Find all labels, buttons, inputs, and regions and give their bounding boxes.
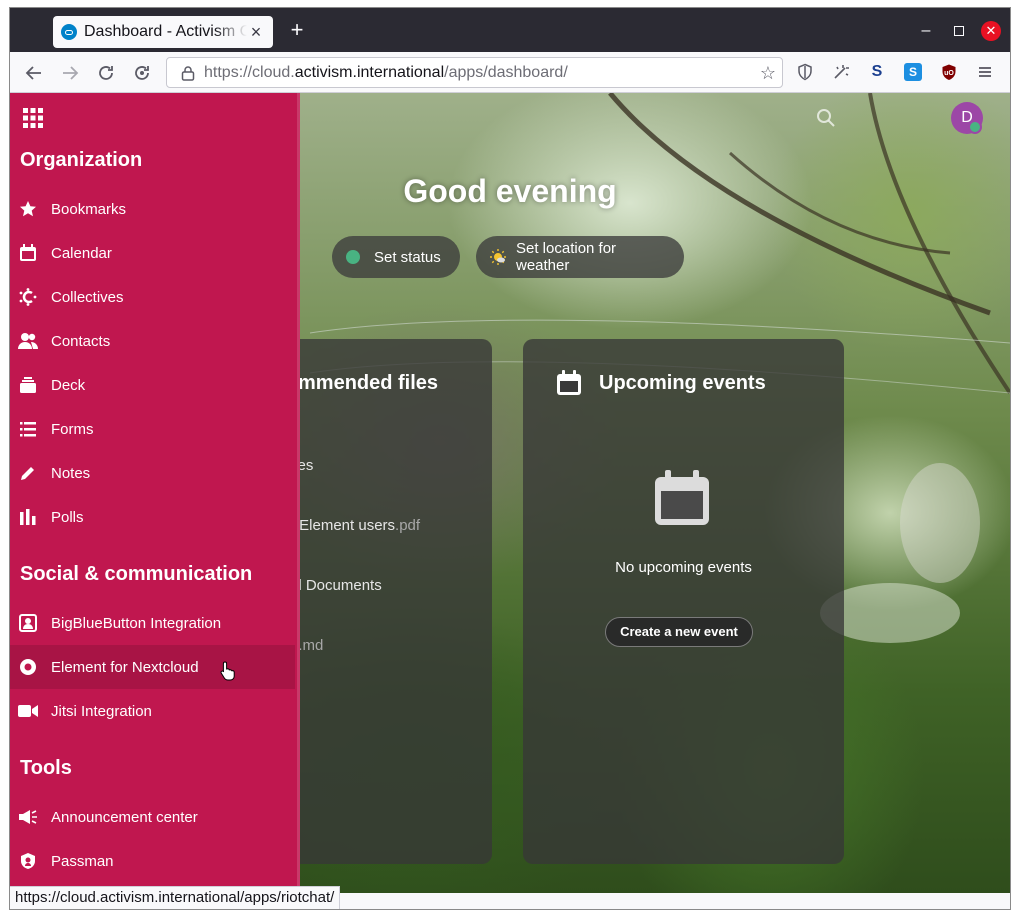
lock-icon[interactable] xyxy=(175,65,201,81)
file-ext: .pdf xyxy=(395,517,421,534)
set-weather-label: Set location for weather xyxy=(516,240,617,274)
calendar-icon xyxy=(555,369,583,397)
tab-title: Dashboard - Activism Cloud xyxy=(84,23,247,40)
menu-item-label: Calendar xyxy=(51,244,112,262)
maximize-button[interactable] xyxy=(948,20,970,42)
star-icon xyxy=(18,199,38,219)
polls-icon xyxy=(18,507,38,527)
passman-icon xyxy=(18,851,38,871)
menu-item-bookmarks[interactable]: Bookmarks xyxy=(10,187,295,231)
new-tab-button[interactable]: + xyxy=(286,19,308,42)
browser-tab-dashboard[interactable]: Dashboard - Activism Cloud × xyxy=(53,16,273,48)
menu-item-polls[interactable]: Polls xyxy=(10,495,295,539)
events-panel-title: Upcoming events xyxy=(599,372,766,394)
create-event-button[interactable]: Create a new event xyxy=(605,617,753,647)
svg-text:uO: uO xyxy=(944,70,954,77)
file-name: r Element users xyxy=(290,517,396,534)
megaphone-icon xyxy=(18,807,38,827)
file-ext: .md xyxy=(298,637,324,654)
extension-sparkle-icon[interactable] xyxy=(832,63,850,81)
pencil-icon xyxy=(18,463,38,483)
menu-item-label: Polls xyxy=(51,508,84,526)
s-extension-icon[interactable]: S xyxy=(868,63,886,81)
menu-item-label: Notes xyxy=(51,464,91,482)
ublock-icon[interactable]: uO xyxy=(940,63,958,81)
menu-item-bigbluebutton[interactable]: BigBlueButton Integration xyxy=(10,601,295,645)
deck-icon xyxy=(18,375,38,395)
menu-item-label: Passman xyxy=(51,852,114,870)
skype-extension-icon[interactable]: S xyxy=(904,63,922,81)
menu-item-notes[interactable]: Notes xyxy=(10,451,295,495)
contacts-icon xyxy=(18,331,38,351)
menu-item-element[interactable]: Element for Nextcloud xyxy=(10,645,295,689)
hamburger-menu-icon[interactable] xyxy=(976,63,994,81)
reload-icon[interactable] xyxy=(94,61,118,85)
section-title-organization: Organization xyxy=(20,149,143,171)
close-window-button[interactable]: ✕ xyxy=(981,21,1001,41)
forms-icon xyxy=(18,419,38,439)
online-status-dot xyxy=(968,120,982,134)
menu-item-label: Forms xyxy=(51,420,94,438)
file-name: al Documents xyxy=(290,577,382,594)
section-title-tools: Tools xyxy=(20,757,72,779)
menu-item-jitsi[interactable]: Jitsi Integration xyxy=(10,689,295,733)
menu-item-deck[interactable]: Deck xyxy=(10,363,295,407)
app-menu-panel: Organization Bookmarks Calendar Collecti… xyxy=(10,93,300,893)
menu-item-label: BigBlueButton Integration xyxy=(51,614,222,632)
app-menu-scrollbar[interactable] xyxy=(297,93,300,893)
tracking-shield-icon[interactable] xyxy=(796,63,814,81)
url-text: https://cloud.activism.international/app… xyxy=(204,64,568,82)
url-domain: activism.international xyxy=(294,63,445,81)
set-status-label: Set status xyxy=(374,248,441,266)
minimize-button[interactable]: – xyxy=(915,20,937,42)
collectives-icon xyxy=(18,287,38,307)
forward-arrow-icon[interactable] xyxy=(58,61,82,85)
calendar-icon xyxy=(18,243,38,263)
browser-window: Dashboard - Activism Cloud × + – ✕ https… xyxy=(9,7,1011,910)
file-row[interactable]: al Documents xyxy=(290,577,382,594)
files-panel-title: mmended files xyxy=(298,372,439,394)
menu-item-collectives[interactable]: Collectives xyxy=(10,275,295,319)
url-path: /apps/dashboard/ xyxy=(444,63,568,81)
tab-close-icon[interactable]: × xyxy=(247,23,265,41)
tab-strip: Dashboard - Activism Cloud × + – ✕ xyxy=(10,8,1010,52)
menu-item-label: Announcement center xyxy=(51,808,198,826)
bigbluebutton-icon xyxy=(18,613,38,633)
menu-item-contacts[interactable]: Contacts xyxy=(10,319,295,363)
set-status-button[interactable]: Set status xyxy=(332,236,460,278)
reader-reload-icon[interactable] xyxy=(130,61,154,85)
app-grid-icon[interactable] xyxy=(23,108,43,128)
no-events-text: No upcoming events xyxy=(615,559,752,576)
menu-item-announcement-center[interactable]: Announcement center xyxy=(10,795,295,839)
mouse-pointer-icon xyxy=(220,661,236,681)
element-icon xyxy=(18,657,38,677)
link-status-bar: https://cloud.activism.international/app… xyxy=(10,886,341,909)
menu-item-label: Contacts xyxy=(51,332,111,350)
menu-item-calendar[interactable]: Calendar xyxy=(10,231,295,275)
menu-item-forms[interactable]: Forms xyxy=(10,407,295,451)
menu-item-label: Bookmarks xyxy=(51,200,127,218)
navigation-toolbar: https://cloud.activism.international/app… xyxy=(10,52,1010,93)
menu-item-label: Jitsi Integration xyxy=(51,702,152,720)
menu-item-label: Deck xyxy=(51,376,86,394)
nextcloud-favicon-icon xyxy=(61,24,77,40)
back-arrow-icon[interactable] xyxy=(22,61,46,85)
video-icon xyxy=(18,701,38,721)
set-weather-location-button[interactable]: Set location for weather xyxy=(476,236,684,278)
menu-item-label: Collectives xyxy=(51,288,124,306)
url-bar[interactable]: https://cloud.activism.international/app… xyxy=(166,57,783,88)
file-row[interactable]: r Element users.pdf xyxy=(290,517,420,534)
menu-item-passman[interactable]: Passman xyxy=(10,839,295,883)
search-icon[interactable] xyxy=(815,107,837,129)
url-prefix: https://cloud. xyxy=(204,63,295,81)
section-title-social: Social & communication xyxy=(20,563,253,585)
dashboard-page: D Good evening Set status Set location f… xyxy=(10,93,1010,893)
weather-sun-icon xyxy=(490,249,506,265)
status-dot-icon xyxy=(346,250,360,264)
greeting-heading: Good evening xyxy=(403,173,617,209)
menu-item-label: Element for Nextcloud xyxy=(51,658,199,676)
upcoming-events-panel: Upcoming events No upcoming events Creat… xyxy=(523,339,844,864)
bookmark-star-icon[interactable]: ☆ xyxy=(760,63,776,84)
empty-calendar-icon xyxy=(653,469,711,527)
